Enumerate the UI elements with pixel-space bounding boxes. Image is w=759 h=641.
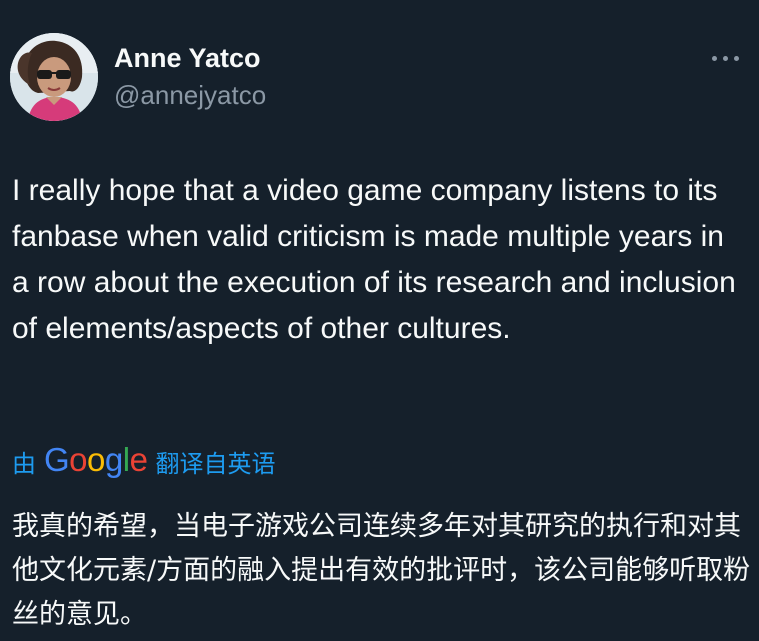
google-letter: G — [44, 441, 70, 478]
google-letter: g — [104, 441, 123, 478]
more-options-button[interactable] — [708, 48, 744, 68]
translated-tweet-text: 我真的希望，当电子游戏公司连续多年对其研究的执行和对其他文化元素/方面的融入提出… — [12, 511, 751, 630]
google-letter: l — [122, 441, 130, 478]
more-horizontal-icon-dot — [734, 56, 739, 61]
avatar[interactable] — [10, 33, 98, 121]
google-letter: o — [87, 441, 105, 478]
google-wordmark: Google — [44, 441, 148, 478]
translation-attribution[interactable]: 由 Google 翻译自英语 — [12, 441, 276, 479]
author-handle[interactable]: @annejyatco — [114, 80, 266, 110]
google-letter: e — [129, 441, 148, 478]
google-logo: Google — [44, 441, 148, 479]
more-horizontal-icon-dot — [723, 56, 728, 61]
avatar-photo — [10, 33, 98, 121]
google-letter: o — [69, 441, 88, 478]
tweet-text: I really hope that a video game company … — [12, 174, 736, 345]
author-display-name[interactable]: Anne Yatco — [114, 42, 261, 74]
translated-by-label: 由 — [12, 449, 36, 478]
translated-from-label: 翻译自英语 — [155, 449, 276, 478]
more-horizontal-icon — [712, 56, 717, 61]
tweet-card: Anne Yatco @annejyatco I really hope tha… — [0, 0, 759, 641]
